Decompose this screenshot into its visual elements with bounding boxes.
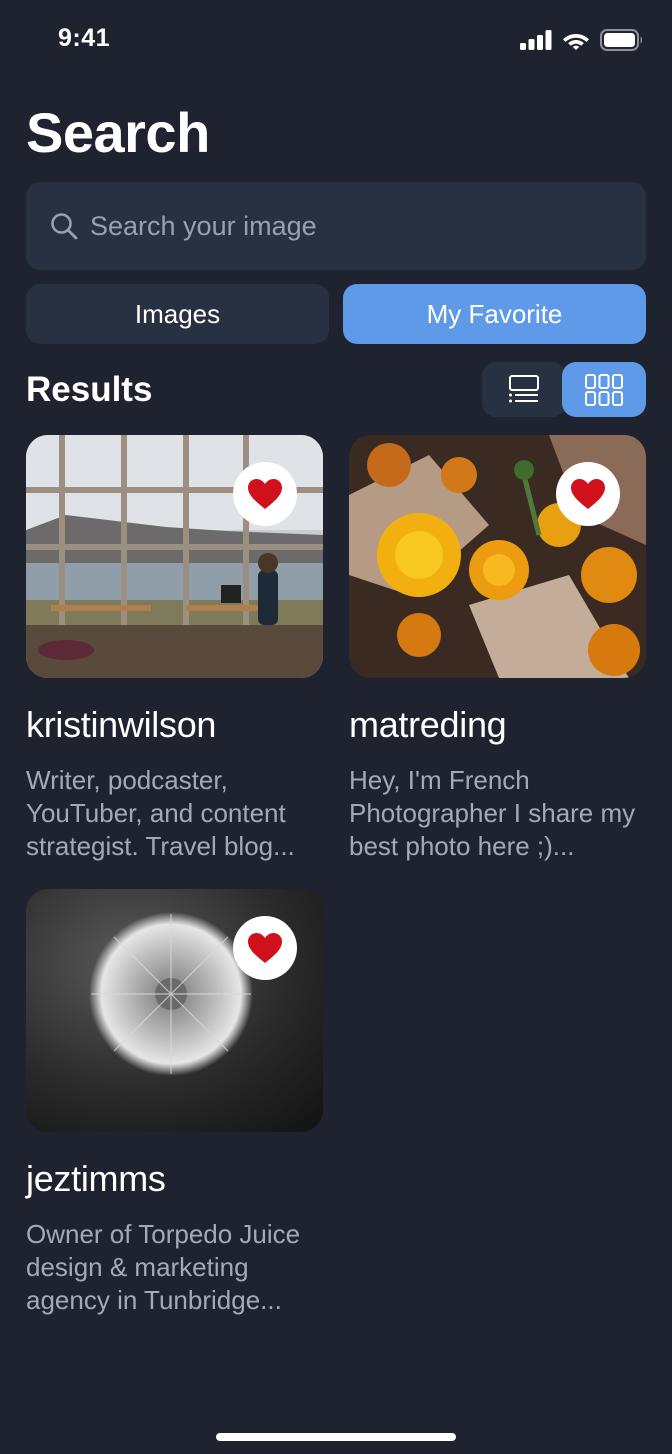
result-card-matreding[interactable]: matreding Hey, I'm French Photographer I… (349, 435, 646, 863)
favorite-button[interactable] (233, 462, 297, 526)
result-image[interactable] (26, 435, 323, 678)
wifi-icon (563, 34, 589, 50)
result-username[interactable]: jeztimms (26, 1158, 323, 1200)
result-username[interactable]: matreding (349, 704, 646, 746)
tab-my-favorite[interactable]: My Favorite (343, 284, 646, 344)
search-icon (51, 213, 78, 240)
grid-view-icon (585, 373, 623, 406)
tab-images[interactable]: Images (26, 284, 329, 344)
heart-icon (248, 933, 282, 963)
result-bio: Writer, podcaster, YouTuber, and content… (26, 765, 295, 861)
status-time: 9:41 (58, 24, 111, 52)
page-title: Search (26, 101, 210, 164)
result-image[interactable] (349, 435, 646, 678)
heart-icon (571, 479, 605, 509)
grid-view-button[interactable] (562, 362, 646, 417)
status-bar: 9:41 (0, 0, 672, 80)
result-card-jeztimms[interactable]: jeztimms Owner of Torpedo Juice design &… (26, 889, 323, 1317)
favorite-button[interactable] (556, 462, 620, 526)
battery-icon (600, 29, 642, 51)
result-bio: Owner of Torpedo Juice design & marketin… (26, 1219, 301, 1315)
status-icons (520, 29, 644, 51)
search-input[interactable] (90, 196, 646, 256)
list-view-button[interactable] (482, 362, 566, 417)
list-view-icon (509, 374, 539, 402)
favorite-button[interactable] (233, 916, 297, 980)
result-bio: Hey, I'm French Photographer I share my … (349, 765, 636, 861)
signal-icon (520, 30, 552, 50)
result-username[interactable]: kristinwilson (26, 704, 323, 746)
home-indicator[interactable] (216, 1433, 456, 1441)
result-card-kristinwilson[interactable]: kristinwilson Writer, podcaster, YouTube… (26, 435, 323, 863)
results-title: Results (26, 370, 153, 409)
search-bar[interactable] (26, 182, 646, 270)
heart-icon (248, 479, 282, 509)
result-image[interactable] (26, 889, 323, 1132)
